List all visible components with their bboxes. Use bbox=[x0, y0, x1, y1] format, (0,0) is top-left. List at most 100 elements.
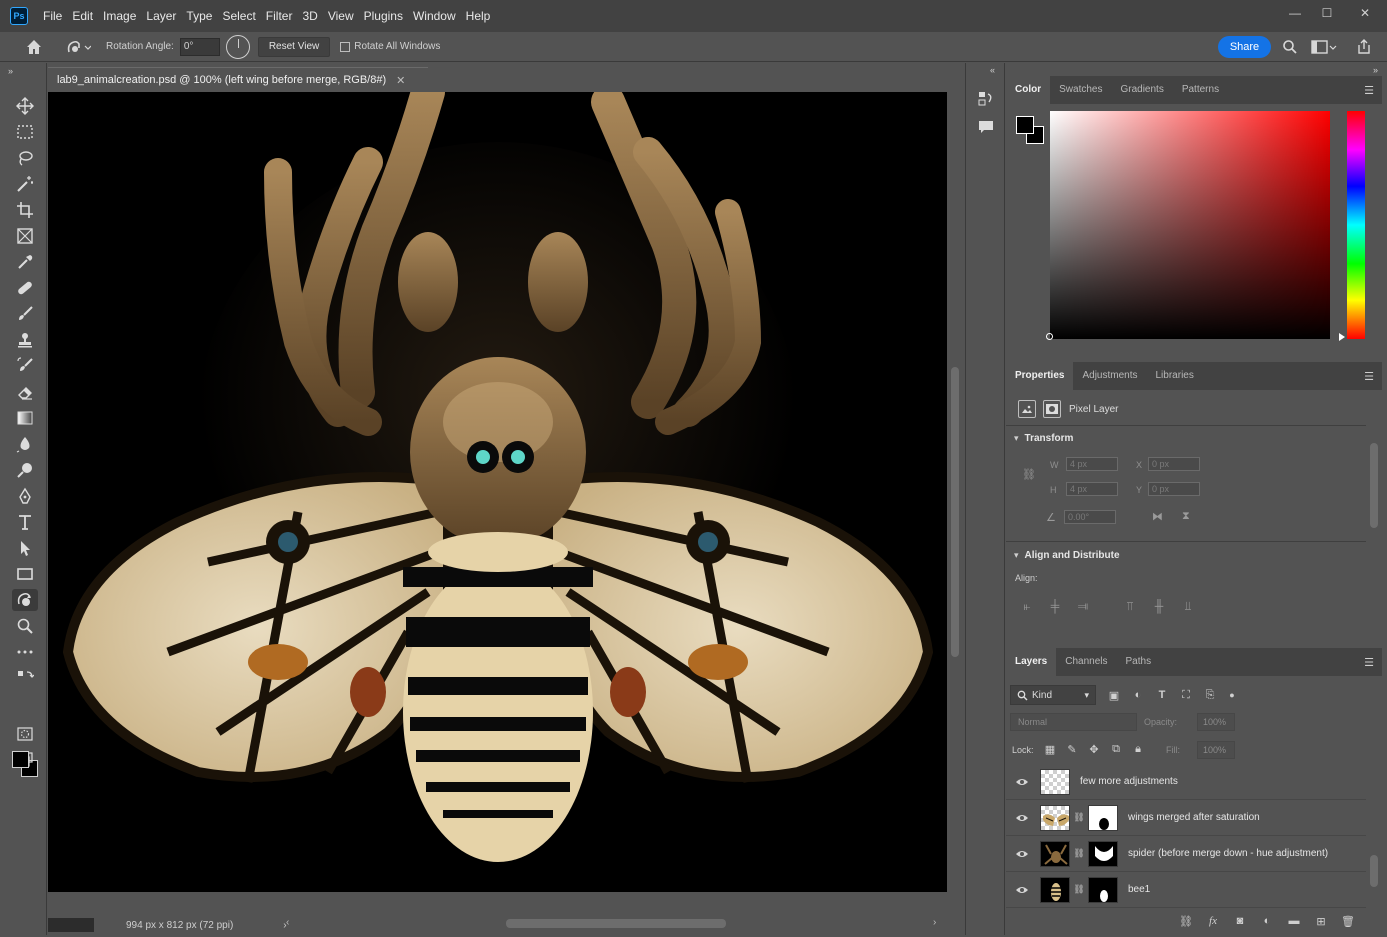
pixel-layer-icon[interactable] bbox=[1018, 400, 1036, 418]
width-field[interactable]: 4 px bbox=[1066, 457, 1118, 471]
properties-scroll-thumb[interactable] bbox=[1370, 443, 1378, 528]
stamp-icon[interactable] bbox=[12, 329, 38, 351]
y-field[interactable]: 0 px bbox=[1148, 482, 1200, 496]
dodge-icon[interactable] bbox=[12, 459, 38, 481]
crop-icon[interactable] bbox=[12, 199, 38, 221]
layer-row[interactable]: ⛓ wings merged after saturation bbox=[1006, 800, 1366, 836]
menu-help[interactable]: Help bbox=[461, 0, 496, 32]
height-field[interactable]: 4 px bbox=[1066, 482, 1118, 496]
fx-icon[interactable]: fx bbox=[1205, 913, 1221, 929]
history-icon[interactable] bbox=[976, 89, 996, 109]
zoom-level-field[interactable] bbox=[48, 918, 94, 932]
zoom-icon[interactable] bbox=[12, 615, 38, 637]
frame-icon[interactable] bbox=[12, 225, 38, 247]
link-icon[interactable]: ⛓ bbox=[1022, 468, 1036, 481]
layer-filter-select[interactable]: Kind ▾ bbox=[1010, 685, 1096, 705]
angle-field[interactable]: 0.00° bbox=[1064, 510, 1116, 524]
lock-brush-icon[interactable]: ✎ bbox=[1064, 741, 1080, 757]
rotate-hand-icon[interactable] bbox=[12, 589, 38, 611]
eyedropper-icon[interactable] bbox=[12, 251, 38, 273]
add-mask-icon[interactable]: ◙ bbox=[1232, 913, 1248, 929]
flip-vertical-icon[interactable]: ⧗ bbox=[1182, 510, 1190, 523]
rotation-angle-input[interactable]: 0° bbox=[179, 37, 220, 56]
rotate-all-windows-checkbox[interactable] bbox=[340, 41, 351, 52]
opacity-field[interactable]: 100% bbox=[1197, 713, 1235, 731]
history-brush-icon[interactable] bbox=[12, 355, 38, 377]
tab-channels[interactable]: Channels bbox=[1056, 648, 1116, 676]
tab-properties[interactable]: Properties bbox=[1006, 362, 1074, 390]
vertical-scroll-thumb[interactable] bbox=[951, 367, 959, 657]
lock-position-icon[interactable]: ✥ bbox=[1086, 741, 1102, 757]
layer-mask-thumbnail[interactable] bbox=[1088, 876, 1118, 903]
hue-slider-marker[interactable] bbox=[1339, 333, 1345, 341]
share-button[interactable]: Share bbox=[1218, 36, 1271, 58]
panels-collapse-icon[interactable]: » bbox=[1373, 65, 1378, 75]
rotate-view-preset-icon[interactable] bbox=[64, 35, 92, 59]
menu-window[interactable]: Window bbox=[408, 0, 461, 32]
blur-icon[interactable] bbox=[12, 433, 38, 455]
filter-toggle-icon[interactable]: ● bbox=[1224, 687, 1240, 703]
close-icon[interactable]: ✕ bbox=[396, 74, 405, 87]
eye-icon[interactable] bbox=[1014, 776, 1030, 788]
workspace-icon[interactable] bbox=[1311, 38, 1337, 56]
align-bottom-icon[interactable]: ⫫ bbox=[1180, 599, 1196, 613]
swap-colors-icon[interactable] bbox=[12, 667, 38, 689]
layers-scrollbar[interactable] bbox=[1366, 767, 1382, 907]
align-center-horizontal-icon[interactable]: ╪ bbox=[1047, 599, 1063, 613]
menu-filter[interactable]: Filter bbox=[261, 0, 298, 32]
pen-icon[interactable] bbox=[12, 485, 38, 507]
eye-icon[interactable] bbox=[1014, 812, 1030, 824]
properties-scrollbar[interactable] bbox=[1366, 425, 1382, 647]
align-top-icon[interactable]: ⫪ bbox=[1122, 599, 1138, 613]
eye-icon[interactable] bbox=[1014, 884, 1030, 896]
share-export-icon[interactable] bbox=[1355, 38, 1373, 56]
new-group-icon[interactable]: ▬ bbox=[1286, 913, 1302, 929]
horizontal-scroll-thumb[interactable] bbox=[506, 919, 726, 928]
layer-row[interactable]: ⛓ bee1 bbox=[1006, 872, 1366, 908]
layers-scroll-thumb[interactable] bbox=[1370, 855, 1378, 887]
layer-row[interactable]: ⛓ spider (before merge down - hue adjust… bbox=[1006, 836, 1366, 872]
arrow-icon[interactable] bbox=[12, 537, 38, 559]
filter-adjustment-icon[interactable]: ◐ bbox=[1130, 687, 1146, 703]
document-tab[interactable]: lab9_animalcreation.psd @ 100% (left win… bbox=[48, 67, 428, 92]
link-icon[interactable]: ⛓ bbox=[1073, 812, 1085, 823]
type-icon[interactable] bbox=[12, 511, 38, 533]
layers-panel-menu-icon[interactable]: ☰ bbox=[1364, 656, 1374, 669]
properties-panel-menu-icon[interactable]: ☰ bbox=[1364, 370, 1374, 383]
menu-image[interactable]: Image bbox=[98, 0, 141, 32]
ellipsis-icon[interactable] bbox=[12, 641, 38, 663]
magic-wand-icon[interactable] bbox=[12, 173, 38, 195]
link-layers-icon[interactable]: ⛓ bbox=[1178, 913, 1194, 929]
menu-file[interactable]: File bbox=[38, 0, 67, 32]
menu-3d[interactable]: 3D bbox=[297, 0, 322, 32]
layer-mask-icon[interactable] bbox=[1043, 400, 1061, 418]
menu-type[interactable]: Type bbox=[181, 0, 217, 32]
lock-artboard-icon[interactable]: ⧉ bbox=[1108, 741, 1124, 757]
color-panel-menu-icon[interactable]: ☰ bbox=[1364, 84, 1374, 97]
flip-horizontal-icon[interactable]: ⧓ bbox=[1152, 510, 1163, 523]
reset-view-button[interactable]: Reset View bbox=[257, 36, 331, 57]
canvas-vertical-scrollbar[interactable] bbox=[947, 92, 963, 915]
new-layer-icon[interactable]: ⊞ bbox=[1313, 913, 1329, 929]
filter-shape-icon[interactable]: ⛶ bbox=[1178, 687, 1194, 703]
align-section-header[interactable]: ▾ Align and Distribute bbox=[1014, 550, 1120, 561]
move-icon[interactable] bbox=[12, 95, 38, 117]
foreground-color-swatch[interactable] bbox=[12, 751, 29, 768]
link-icon[interactable]: ⛓ bbox=[1073, 848, 1085, 859]
blend-mode-select[interactable]: Normal bbox=[1010, 713, 1137, 731]
align-middle-vertical-icon[interactable]: ╫ bbox=[1151, 599, 1167, 613]
transform-section-header[interactable]: ▾ Transform bbox=[1014, 433, 1073, 444]
color-panel-foreground-swatch[interactable] bbox=[1016, 116, 1034, 134]
fill-field[interactable]: 100% bbox=[1197, 741, 1235, 759]
rotation-dial[interactable] bbox=[225, 34, 250, 59]
menu-layer[interactable]: Layer bbox=[141, 0, 181, 32]
hue-slider[interactable] bbox=[1347, 111, 1365, 339]
trash-icon[interactable]: 🗑︎ bbox=[1340, 913, 1356, 929]
tab-layers[interactable]: Layers bbox=[1006, 648, 1057, 676]
align-left-icon[interactable]: ⫦ bbox=[1019, 599, 1035, 613]
scroll-right-icon[interactable]: › bbox=[933, 917, 936, 928]
quick-mask-icon[interactable] bbox=[12, 723, 38, 745]
adjustment-layer-icon[interactable]: ◐ bbox=[1259, 913, 1275, 929]
tab-patterns[interactable]: Patterns bbox=[1173, 76, 1228, 104]
lock-all-icon[interactable]: 🔒︎ bbox=[1130, 741, 1146, 757]
